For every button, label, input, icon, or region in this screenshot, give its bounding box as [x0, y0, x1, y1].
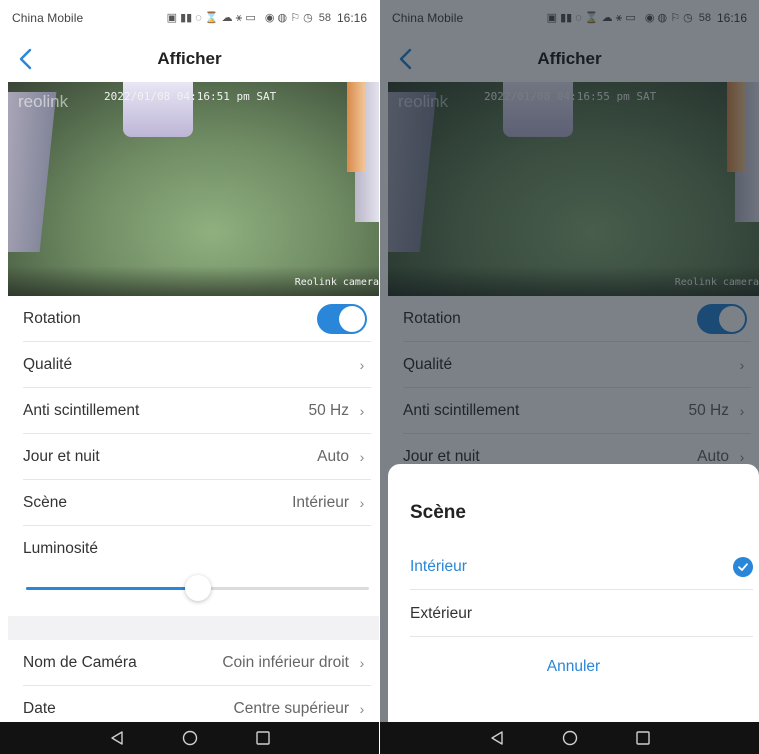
battery-indicator: 58	[318, 12, 331, 24]
rotation-label: Rotation	[403, 310, 461, 327]
day-night-row[interactable]: Jour et nuit Auto ›	[8, 434, 379, 480]
chevron-right-icon: ›	[359, 655, 365, 671]
clock: 16:16	[336, 11, 367, 25]
date-label: Date	[23, 700, 56, 717]
status-bar: China Mobile ▣ ▮▮ ◌ ⌛ ☁ ⚹ ▭ ◉ ◍ ⚐ ◷ 58 1…	[380, 0, 759, 36]
battery-indicator: 58	[698, 12, 711, 24]
camera-preview: reolink 2022/01/08 04:16:51 pm SAT Reoli…	[8, 82, 379, 296]
anti-flicker-value: 50 Hz	[688, 402, 730, 419]
carrier-label: China Mobile	[392, 11, 464, 25]
status-icons: ▣ ▮▮ ◌ ⌛ ☁ ⚹ ▭ ◉ ◍ ⚐ ◷	[546, 12, 693, 24]
circle-home-icon	[182, 730, 197, 746]
cancel-button[interactable]: Annuler	[388, 658, 759, 676]
nav-back-button[interactable]	[487, 728, 507, 748]
chevron-right-icon: ›	[739, 357, 745, 373]
rotation-row: Rotation	[388, 296, 759, 342]
date-value: Centre supérieur	[233, 700, 349, 717]
anti-flicker-row[interactable]: Anti scintillement 50 Hz ›	[388, 388, 759, 434]
status-icons: ▣ ▮▮ ◌ ⌛ ☁ ⚹ ▭ ◉ ◍ ⚐ ◷	[166, 12, 313, 24]
chevron-right-icon: ›	[359, 449, 365, 465]
clock: 16:16	[716, 11, 747, 25]
carrier-label: China Mobile	[12, 11, 84, 25]
circle-home-icon	[562, 730, 577, 746]
chevron-right-icon: ›	[359, 701, 365, 717]
scene-value: Intérieur	[292, 494, 349, 511]
brightness-slider-thumb[interactable]	[184, 575, 211, 601]
check-circle-icon	[733, 557, 753, 577]
settings-list: Rotation Qualité › Anti scintillement 50…	[388, 296, 759, 480]
option-label: Extérieur	[410, 605, 473, 622]
android-nav-bar	[380, 722, 759, 754]
camera-name-overlay: Reolink camera	[294, 277, 379, 288]
triangle-back-icon	[110, 731, 123, 745]
sheet-title: Scène	[410, 502, 466, 523]
back-button[interactable]	[10, 44, 40, 74]
brightness-row: Luminosité	[8, 526, 379, 616]
square-recent-icon	[635, 731, 650, 745]
option-label: Intérieur	[410, 558, 467, 575]
phone-screen-left: China Mobile ▣ ▮▮ ◌ ⌛ ☁ ⚹ ▭ ◉ ◍ ⚐ ◷ 58 1…	[0, 0, 379, 754]
rotation-label: Rotation	[23, 310, 81, 327]
scene-option-exterior[interactable]: Extérieur	[410, 591, 753, 637]
page-title: Afficher	[157, 49, 222, 68]
android-nav-bar	[0, 722, 379, 754]
chevron-right-icon: ›	[359, 495, 365, 511]
status-bar: China Mobile ▣ ▮▮ ◌ ⌛ ☁ ⚹ ▭ ◉ ◍ ⚐ ◷ 58 1…	[0, 0, 379, 36]
day-night-value: Auto	[317, 448, 349, 465]
brightness-slider-fill	[26, 587, 198, 590]
brightness-label: Luminosité	[23, 540, 98, 557]
chevron-right-icon: ›	[359, 357, 365, 373]
settings-list: Rotation Qualité › Anti scintillement 50…	[8, 296, 379, 732]
quality-row[interactable]: Qualité ›	[8, 342, 379, 388]
rotation-toggle[interactable]	[317, 304, 367, 334]
camera-timestamp-overlay: 2022/01/08 04:16:55 pm SAT	[484, 90, 657, 103]
chevron-left-icon	[399, 48, 412, 70]
quality-label: Qualité	[23, 356, 73, 373]
chevron-right-icon: ›	[359, 403, 365, 419]
page-title: Afficher	[537, 49, 602, 68]
anti-flicker-label: Anti scintillement	[23, 402, 140, 419]
scene-bottom-sheet: Scène Intérieur Extérieur Annuler	[388, 464, 759, 722]
nav-home-button[interactable]	[180, 728, 200, 748]
nav-home-button[interactable]	[560, 728, 580, 748]
section-divider	[8, 616, 379, 640]
brightness-slider[interactable]	[26, 575, 369, 601]
chevron-right-icon: ›	[739, 449, 745, 465]
chevron-right-icon: ›	[739, 403, 745, 419]
camera-name-value: Coin inférieur droit	[222, 654, 349, 671]
camera-name-label: Nom de Caméra	[23, 654, 137, 671]
nav-recent-button[interactable]	[253, 728, 273, 748]
anti-flicker-row[interactable]: Anti scintillement 50 Hz ›	[8, 388, 379, 434]
triangle-back-icon	[490, 731, 503, 745]
day-night-label: Jour et nuit	[23, 448, 100, 465]
rotation-row: Rotation	[8, 296, 379, 342]
camera-timestamp-overlay: 2022/01/08 04:16:51 pm SAT	[104, 90, 277, 103]
scene-option-interior[interactable]: Intérieur	[410, 544, 753, 590]
anti-flicker-label: Anti scintillement	[403, 402, 520, 419]
anti-flicker-value: 50 Hz	[308, 402, 350, 419]
camera-preview: reolink 2022/01/08 04:16:55 pm SAT Reoli…	[388, 82, 759, 296]
chevron-left-icon	[19, 48, 32, 70]
phone-screen-right: China Mobile ▣ ▮▮ ◌ ⌛ ☁ ⚹ ▭ ◉ ◍ ⚐ ◷ 58 1…	[380, 0, 759, 754]
square-recent-icon	[255, 731, 270, 745]
title-bar: Afficher	[380, 36, 759, 82]
camera-logo-overlay: reolink	[18, 92, 69, 111]
back-button[interactable]	[390, 44, 420, 74]
nav-back-button[interactable]	[107, 728, 127, 748]
scene-row[interactable]: Scène Intérieur ›	[8, 480, 379, 526]
quality-row[interactable]: Qualité ›	[388, 342, 759, 388]
title-bar: Afficher	[0, 36, 379, 82]
camera-logo-overlay: reolink	[398, 92, 449, 111]
rotation-toggle[interactable]	[697, 304, 747, 334]
quality-label: Qualité	[403, 356, 453, 373]
camera-name-overlay: Reolink camera	[674, 277, 759, 288]
nav-recent-button[interactable]	[633, 728, 653, 748]
scene-label: Scène	[23, 494, 67, 511]
camera-name-row[interactable]: Nom de Caméra Coin inférieur droit ›	[8, 640, 379, 686]
